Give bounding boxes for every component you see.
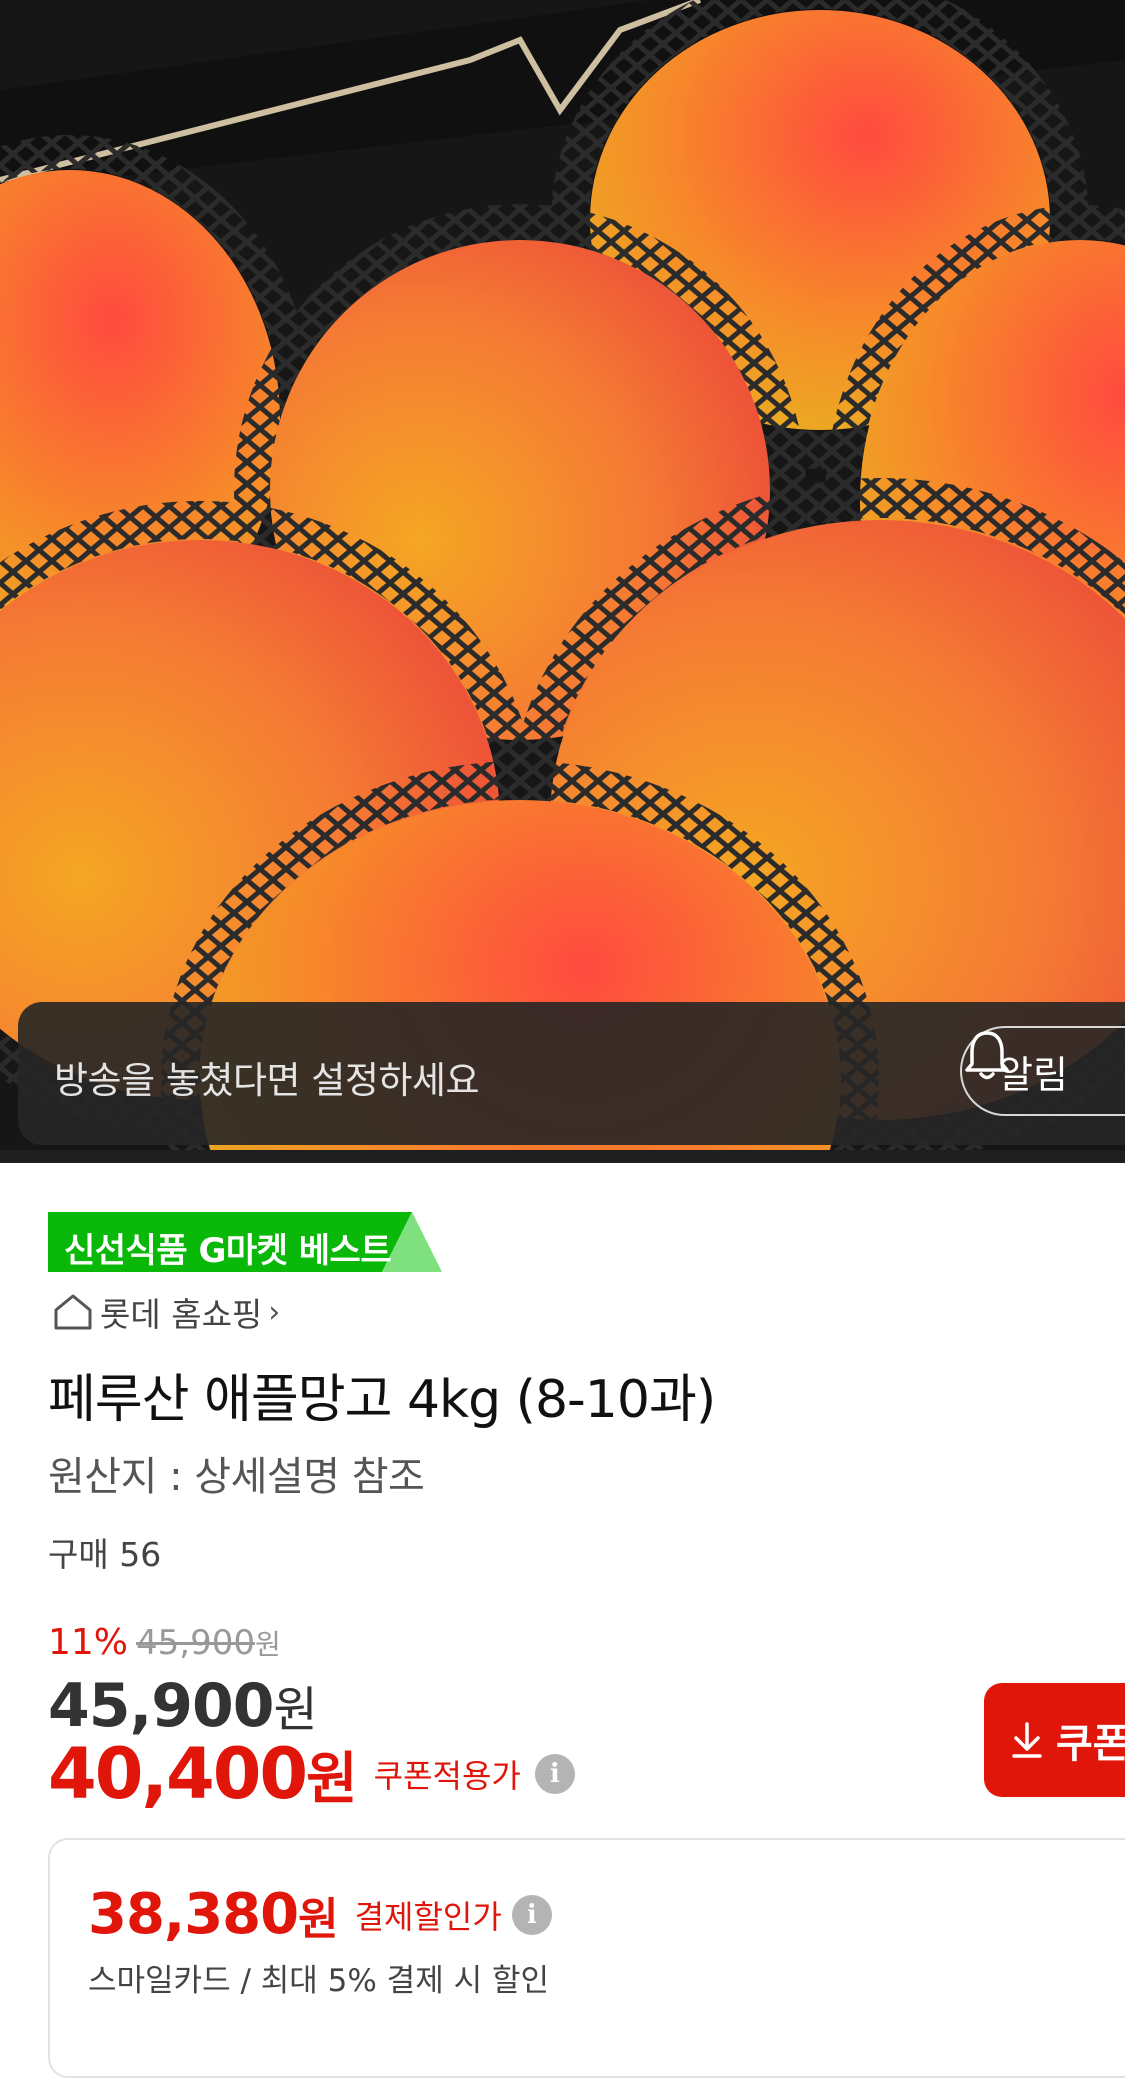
- payment-price: 38,380: [88, 1882, 299, 1947]
- coupon-price-row: 40,400 원 쿠폰적용가 i: [48, 1733, 575, 1815]
- badge-text: 신선식품 G마켓 베스트: [64, 1231, 392, 1271]
- payment-subtext: 스마일카드 / 최대 5% 결제 시 할인: [88, 1963, 549, 1999]
- product-origin: 원산지 : 상세설명 참조: [48, 1454, 425, 1500]
- coupon-price-unit: 원: [306, 1746, 358, 1812]
- payment-price-row: 38,380 원 결제할인가 i: [88, 1882, 552, 1947]
- original-price: 45,900: [136, 1623, 255, 1663]
- original-price-unit: 원: [254, 1628, 281, 1661]
- coupon-price: 40,400: [48, 1733, 308, 1815]
- mango-photo: [0, 0, 1125, 1163]
- broadcast-alarm-banner: 방송을 놓쳤다면 설정하세요 알림: [18, 1002, 1125, 1145]
- product-title: 페루산 애플망고 4kg (8-10과): [48, 1370, 716, 1430]
- discount-percent: 11%: [48, 1622, 129, 1663]
- store-link[interactable]: 롯데 홈쇼핑 ›: [52, 1288, 280, 1336]
- best-badge: 신선식품 G마켓 베스트: [48, 1212, 444, 1272]
- info-icon[interactable]: i: [511, 1894, 552, 1935]
- sale-price-row: 45,900원: [48, 1670, 318, 1741]
- purchase-count: 구매 56: [48, 1535, 162, 1574]
- banner-text: 방송을 놓쳤다면 설정하세요: [54, 1059, 480, 1102]
- sale-price: 45,900: [48, 1671, 275, 1741]
- store-name: 롯데 홈쇼핑: [100, 1295, 263, 1334]
- bell-icon: [965, 1031, 1009, 1080]
- product-image[interactable]: 방송을 놓쳤다면 설정하세요 알림: [0, 0, 1125, 1163]
- sale-price-unit: 원: [273, 1682, 318, 1738]
- alarm-button[interactable]: 알림: [960, 1026, 1125, 1116]
- coupon-download-button[interactable]: 쿠폰: [984, 1683, 1125, 1797]
- payment-discount-box[interactable]: 38,380 원 결제할인가 i 스마일카드 / 최대 5% 결제 시 할인: [48, 1838, 1125, 2078]
- payment-label: 결제할인가: [354, 1897, 502, 1936]
- coupon-button-label: 쿠폰: [1056, 1721, 1125, 1767]
- info-icon[interactable]: i: [534, 1754, 575, 1794]
- download-icon: [1012, 1722, 1042, 1758]
- payment-price-unit: 원: [298, 1893, 339, 1945]
- discount-row: 11% 45,900 원: [48, 1622, 281, 1663]
- home-icon: [54, 1294, 92, 1330]
- chevron-right-icon: ›: [268, 1294, 281, 1330]
- coupon-label: 쿠폰적용가: [373, 1757, 521, 1795]
